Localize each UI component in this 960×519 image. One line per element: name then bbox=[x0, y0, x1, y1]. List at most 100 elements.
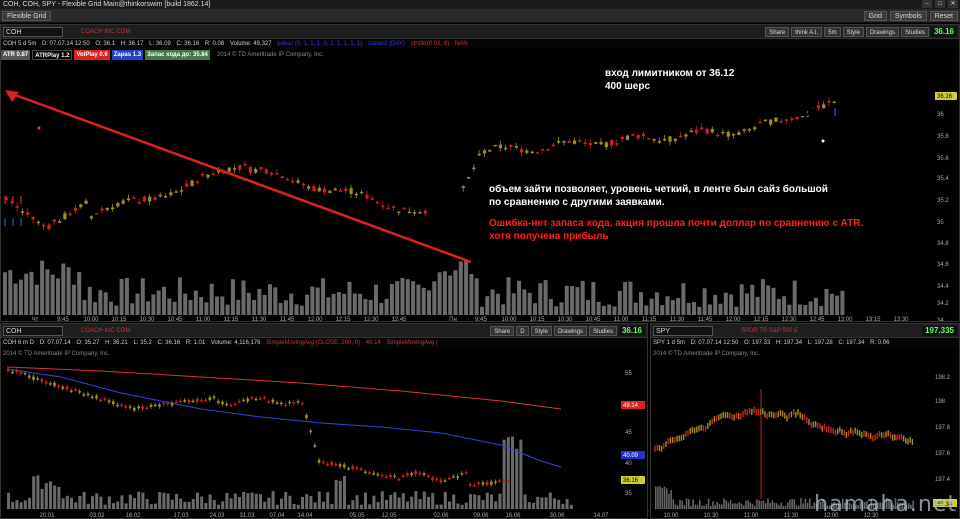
volume-bar bbox=[299, 305, 304, 315]
sma-200-line bbox=[6, 366, 562, 410]
candle-body bbox=[120, 404, 123, 407]
volume-bar bbox=[758, 500, 760, 509]
volume-bar bbox=[254, 493, 258, 509]
volume-bar bbox=[23, 500, 27, 509]
volume-bar bbox=[813, 297, 818, 315]
volume-bar bbox=[800, 498, 802, 509]
candle-body bbox=[128, 406, 132, 408]
candle-body bbox=[200, 399, 203, 402]
minimize-icon[interactable]: – bbox=[922, 0, 932, 8]
annotation-entry-line1: вход лимитником от 36.12 bbox=[605, 68, 735, 79]
bl-drawings-button[interactable]: Drawings bbox=[553, 326, 587, 336]
candle-body bbox=[370, 198, 374, 200]
candle-body bbox=[493, 144, 497, 147]
volume-bar bbox=[703, 505, 705, 509]
candle-body bbox=[284, 404, 287, 407]
studies-button[interactable]: Studies bbox=[900, 27, 929, 37]
candle-body bbox=[267, 401, 270, 403]
share-button[interactable]: Share bbox=[765, 27, 790, 37]
volume-bar bbox=[771, 500, 774, 509]
x-tick-label: 20.01 bbox=[39, 513, 55, 519]
volume-bar bbox=[91, 496, 94, 509]
bl-style-button[interactable]: Style bbox=[530, 326, 552, 336]
candle-body bbox=[684, 134, 688, 137]
br-info-date: D: 07.07.14 12:50 bbox=[690, 340, 739, 346]
candle-body bbox=[61, 386, 65, 389]
volume-bar bbox=[19, 502, 23, 509]
volume-bar bbox=[824, 288, 829, 315]
volume-bar bbox=[755, 296, 760, 315]
volume-bar bbox=[565, 499, 569, 509]
candle-body bbox=[126, 198, 131, 201]
reset-button[interactable]: Reset bbox=[929, 11, 958, 21]
volume-bar bbox=[601, 305, 606, 315]
volume-bar bbox=[397, 497, 401, 509]
candle-body bbox=[795, 117, 799, 120]
volume-bar bbox=[676, 298, 681, 315]
candle-body bbox=[732, 133, 736, 136]
maximize-icon[interactable]: □ bbox=[935, 0, 945, 8]
think-ai-button[interactable]: think A.I. bbox=[791, 27, 823, 37]
volume-bar bbox=[395, 281, 400, 315]
volume-bar bbox=[773, 502, 776, 509]
y-tick-label: 35 bbox=[937, 220, 944, 226]
candle-body bbox=[307, 186, 311, 189]
volume-bar bbox=[109, 301, 113, 315]
bl-share-button[interactable]: Share bbox=[490, 326, 515, 336]
volume-bar bbox=[66, 267, 71, 315]
candle-body bbox=[467, 177, 471, 179]
candle-body bbox=[599, 142, 603, 145]
br-chart-toolbar: SPY SPDR TR S&P 500 E 197.335 bbox=[651, 324, 959, 338]
volume-bar bbox=[690, 505, 692, 509]
volume-bar bbox=[617, 290, 622, 315]
br-info-series: SPY 1 d 5m bbox=[653, 340, 685, 346]
candle-body bbox=[334, 464, 338, 466]
volume-bar bbox=[798, 304, 802, 315]
drawings-button[interactable]: Drawings bbox=[865, 27, 899, 37]
candle-body bbox=[47, 224, 51, 229]
candle-body bbox=[354, 193, 358, 196]
volume-bar bbox=[765, 503, 767, 509]
close-icon[interactable]: ✕ bbox=[948, 0, 958, 8]
candle-body bbox=[514, 146, 518, 148]
info-close: C: 36.16 bbox=[176, 41, 200, 47]
volume-bar bbox=[82, 491, 86, 509]
symbol-input[interactable]: COH bbox=[3, 27, 63, 37]
volume-bar bbox=[406, 501, 409, 509]
info-volume: Volume: 49,327 bbox=[229, 41, 272, 47]
symbols-button[interactable]: Symbols bbox=[889, 11, 927, 21]
volume-bar bbox=[416, 284, 421, 315]
candle-body bbox=[242, 399, 245, 402]
volume-bar bbox=[49, 481, 52, 509]
volume-bar bbox=[338, 480, 342, 509]
volume-bar bbox=[811, 505, 813, 509]
volume-bar bbox=[372, 495, 376, 509]
bl-info-sma1: SimpleMovingAvg (CLOSE, 200, 0) bbox=[266, 340, 361, 346]
volume-bar bbox=[384, 298, 389, 315]
timeframe-button[interactable]: 5m bbox=[824, 27, 841, 37]
candle-body bbox=[243, 163, 247, 166]
tab-flexible-grid[interactable]: Flexible Grid bbox=[2, 11, 52, 21]
br-symbol-input[interactable]: SPY bbox=[653, 326, 713, 336]
volume-bar bbox=[544, 497, 548, 509]
volume-bar bbox=[414, 491, 418, 509]
bl-studies-button[interactable]: Studies bbox=[588, 326, 617, 336]
volume-bar bbox=[376, 502, 380, 509]
x-tick-label: 9:45 bbox=[475, 317, 487, 322]
volume-bar bbox=[116, 501, 120, 509]
bl-chart-info-line: COH 6 m D D: 07.07.14 O: 35.27 H: 36.21 … bbox=[1, 338, 647, 348]
grid-button[interactable]: Grid bbox=[863, 11, 887, 21]
candle-body bbox=[91, 396, 94, 399]
bl-timeframe-button[interactable]: D bbox=[516, 326, 529, 336]
candle-body bbox=[111, 207, 115, 210]
bl-symbol-input[interactable]: COH bbox=[3, 326, 63, 336]
x-tick-label: 9:45 bbox=[57, 317, 69, 322]
candle-body bbox=[520, 148, 524, 153]
volume-bar bbox=[212, 500, 216, 509]
bl-price-chart[interactable]: 555045403549.1440.0936.16 20.0103.0218.0… bbox=[1, 349, 647, 519]
candle-body bbox=[169, 192, 173, 196]
style-button[interactable]: Style bbox=[842, 27, 864, 37]
candle-body bbox=[422, 473, 426, 475]
volume-bar bbox=[204, 503, 208, 509]
candle-body bbox=[347, 468, 350, 470]
